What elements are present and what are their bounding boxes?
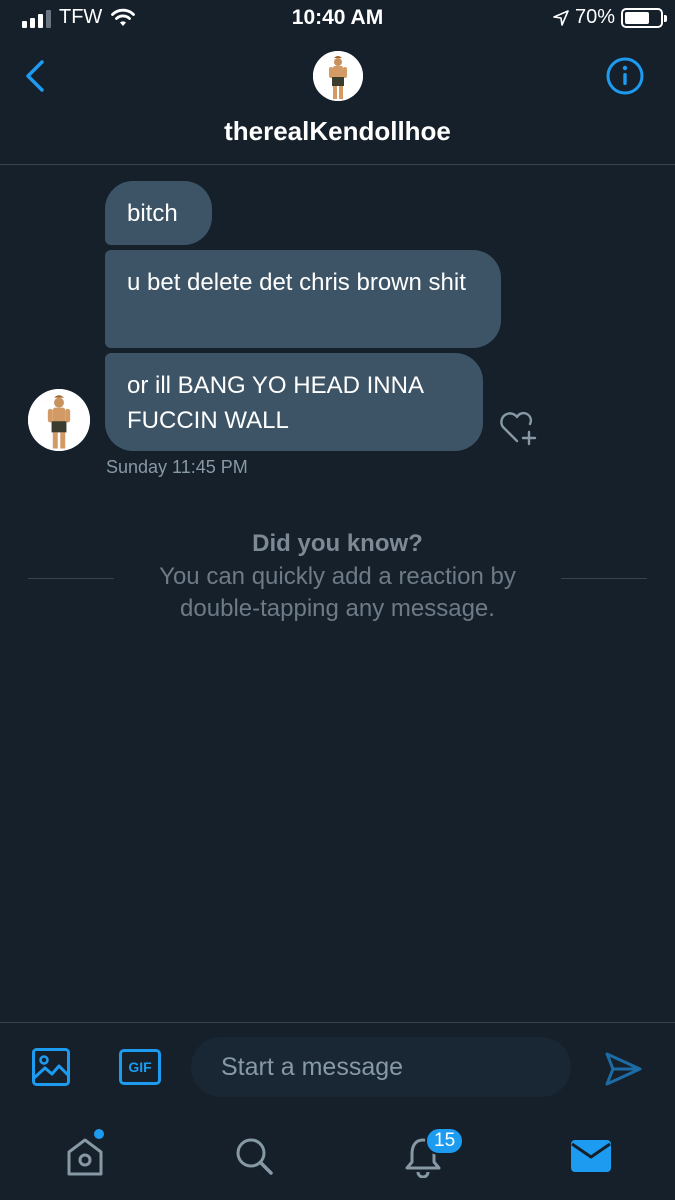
sender-avatar[interactable] xyxy=(28,389,90,451)
message-timestamp: Sunday 11:45 PM xyxy=(106,457,248,477)
home-icon[interactable] xyxy=(63,1134,107,1178)
gif-button[interactable]: GIF xyxy=(119,1049,161,1085)
status-bar: TFW 10:40 AM 70% xyxy=(0,0,675,40)
info-button[interactable] xyxy=(605,56,645,96)
status-right: 70% xyxy=(553,6,667,29)
search-icon[interactable] xyxy=(232,1134,276,1178)
image-icon[interactable] xyxy=(31,1047,71,1087)
location-arrow-icon xyxy=(553,9,569,26)
back-button[interactable] xyxy=(20,56,52,96)
message-composer: GIF xyxy=(0,1022,675,1114)
battery-percent: 70% xyxy=(574,6,615,28)
message-bubble[interactable]: bitch xyxy=(105,181,212,245)
message-input[interactable] xyxy=(191,1037,571,1097)
message-bubble[interactable]: u bet delete det chris brown shit xyxy=(105,250,501,348)
bottom-tab-bar xyxy=(0,1114,675,1200)
divider xyxy=(28,578,114,579)
send-icon[interactable] xyxy=(603,1049,643,1089)
conversation-title: therealKendollhoe xyxy=(224,116,451,146)
add-reaction-icon[interactable] xyxy=(497,408,541,448)
tip-body: You can quickly add a reaction by double… xyxy=(159,563,516,622)
envelope-icon[interactable] xyxy=(569,1134,613,1178)
battery-icon xyxy=(621,7,667,28)
message-bubble[interactable]: or ill BANG YO HEAD INNA FUCCIN WALL xyxy=(105,353,483,451)
avatar[interactable] xyxy=(313,51,363,101)
tip-title: Did you know? xyxy=(252,530,423,557)
conversation-header: therealKendollhoe xyxy=(0,40,675,165)
new-content-dot xyxy=(94,1129,104,1139)
divider xyxy=(561,578,647,579)
ken-doll-avatar-image xyxy=(28,389,90,451)
ken-doll-avatar-image xyxy=(313,51,363,101)
notifications-badge: 15 xyxy=(425,1127,465,1155)
